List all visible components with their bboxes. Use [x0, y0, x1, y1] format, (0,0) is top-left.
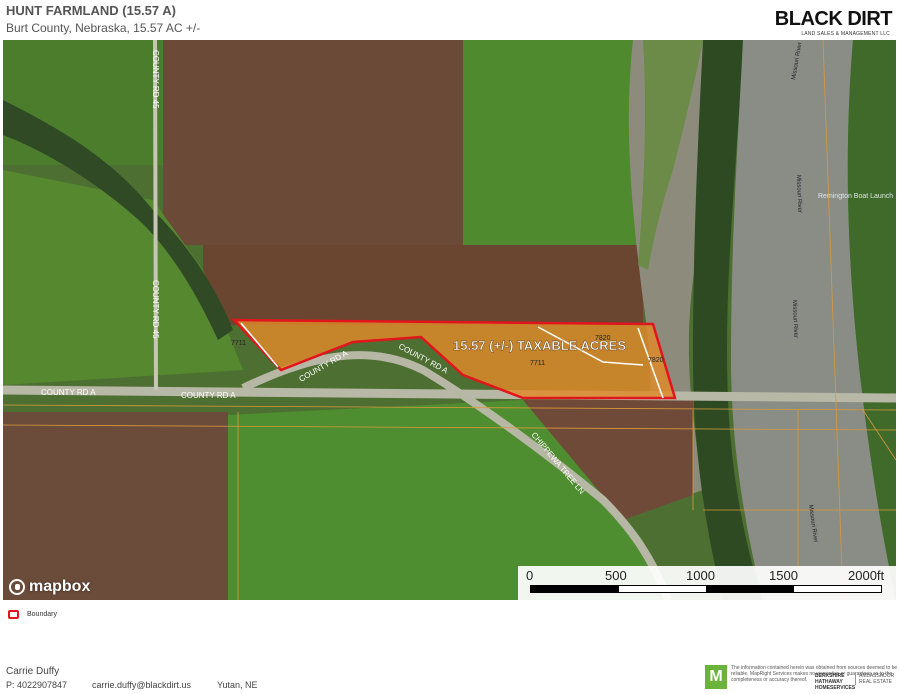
disclaimer-block: M The information contained herein was o… [705, 665, 900, 693]
header: HUNT FARMLAND (15.57 A) Burt County, Neb… [0, 0, 900, 40]
field-green-ne [463, 40, 638, 245]
map-view[interactable]: 15.57 (+/-) TAXABLE ACRES 7711 7711 7820… [3, 40, 896, 600]
field-brown-mid [203, 245, 643, 325]
berkshire-logo: BERKSHIRE HATHAWAY HOMESERVICES [815, 673, 855, 691]
scale-label: 500 [605, 568, 627, 583]
bh-line: HOMESERVICES [815, 685, 856, 691]
legend-label: Boundary [27, 611, 57, 618]
logo-subtext: LAND SALES & MANAGEMENT LLC [801, 31, 890, 37]
mapbox-text: mapbox [29, 578, 91, 595]
parcel-id: 7711 [231, 340, 246, 347]
scale-labels: 0 500 1000 1500 2000ft [526, 568, 888, 584]
satellite-map[interactable]: 15.57 (+/-) TAXABLE ACRES 7711 7711 7820… [3, 40, 896, 600]
agent-city: Yutan, NE [217, 680, 258, 690]
boundary-swatch-icon [8, 610, 19, 619]
agent-email[interactable]: carrie.duffy@blackdirt.us [92, 680, 191, 690]
mapbox-icon [9, 579, 25, 595]
poi-label: Remington Boat Launch [818, 193, 893, 200]
scale-graphic [530, 585, 882, 593]
parcel-id: 7820 [648, 357, 664, 364]
ambassador-logo: AMBASSADOR REAL ESTATE [855, 673, 894, 685]
page-title: HUNT FARMLAND (15.57 A) [6, 3, 176, 18]
road-label: COUNTY RD A [181, 391, 236, 400]
page-subtitle: Burt County, Nebraska, 15.57 AC +/- [6, 21, 201, 35]
footer: Carrie Duffy P: 4022907847 carrie.duffy@… [0, 660, 900, 694]
logo-text: BLACK DIRT [774, 8, 893, 30]
road-label: COUNTY RD 45 [151, 50, 160, 109]
agent-phone: P: 4022907847 [6, 680, 68, 690]
mapbox-logo: mapbox [9, 578, 90, 596]
amb-line: REAL ESTATE [859, 679, 892, 685]
parcel-id: 7711 [530, 360, 545, 367]
scale-label: 0 [526, 568, 534, 583]
scale-bar: 0 500 1000 1500 2000ft [518, 566, 896, 600]
field-brown-north [163, 40, 463, 245]
road-label: COUNTY RD 45 [151, 280, 160, 339]
parcel-id: 7820 [595, 335, 611, 342]
scale-label: 1000 [686, 568, 715, 583]
black-dirt-logo: BLACK DIRT LAND SALES & MANAGEMENT LLC [775, 6, 894, 40]
scale-label: 1500 [769, 568, 798, 583]
scale-label: 2000ft [848, 568, 885, 583]
mapright-logo-icon: M [705, 665, 727, 689]
field-brown-sw [3, 412, 228, 600]
legend: Boundary [8, 610, 57, 619]
road-label: COUNTY RD A [41, 388, 96, 397]
agent-name: Carrie Duffy [6, 666, 60, 677]
